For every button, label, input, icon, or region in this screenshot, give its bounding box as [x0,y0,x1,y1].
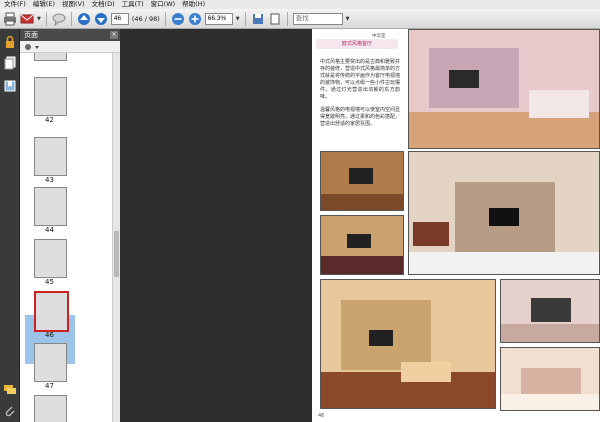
thumbnail-label: 43 [45,176,54,184]
save-icon[interactable] [251,12,265,26]
page-number-field[interactable] [110,12,129,25]
thumbnail-label: 44 [45,226,54,234]
toolbar-separator [244,11,246,26]
thumbnail-list: 42 43 44 45 46 47 [20,53,112,422]
attachment-icon[interactable] [3,404,17,418]
menu-help[interactable]: 帮助(H) [182,0,205,9]
page-body-text: 中式风格主要突出的是古典和雅致并存的装修，营造中式风格最简单的方式就是将传统的字… [320,59,400,128]
thumbnail-scrollbar[interactable] [112,53,120,422]
document-view[interactable]: 中华室 欧式风格客厅 中式风格主要突出的是古典和雅致并存的装修，营造中式风格最简… [120,29,600,422]
print-icon[interactable] [3,12,17,26]
menu-window[interactable]: 窗口(W) [151,0,176,9]
zoom-field[interactable] [204,12,233,25]
close-icon[interactable]: × [110,31,118,39]
chevron-down-icon[interactable]: ▼ [236,16,240,22]
document-page: 中华室 欧式风格客厅 中式风格主要突出的是古典和雅致并存的装修，营造中式风格最简… [312,29,600,422]
page-paragraph: 中式风格主要突出的是古典和雅致并存的装修，营造中式风格最简单的方式就是将传统的字… [320,59,401,100]
comment-icon[interactable] [52,12,66,26]
page-thumbnail[interactable] [34,187,67,226]
fit-page-icon[interactable] [268,12,282,26]
page-paragraph: 温馨风格的电视墙可以使室内空间显得宽敞明亮，通过柔和的色彩搭配，营造出舒适的家居… [320,107,401,127]
lock-icon[interactable] [3,35,17,49]
toolbar: ▼ (46 / 98) ▼ ▼ [0,9,600,29]
menu-file[interactable]: 文件(F) [4,0,26,9]
menu-edit[interactable]: 编辑(E) [33,0,55,9]
room-photo [500,347,600,411]
room-photo [320,279,496,409]
thumbnail-label: 42 [45,116,54,124]
page-thumbnail[interactable] [34,239,67,278]
arrow-down-icon[interactable] [94,12,108,26]
pages-panel: 页面 × 42 43 44 45 46 47 [20,29,120,422]
page-thumbnail-selected[interactable] [34,291,69,332]
bookmark-icon[interactable] [3,79,17,93]
toolbar-separator [164,11,166,26]
page-title: 欧式风格客厅 [316,39,398,49]
navigation-rail [0,29,20,422]
menu-bar: 文件(F) 编辑(E) 视图(V) 文档(D) 工具(T) 窗口(W) 帮助(H… [0,0,600,9]
thumbnail-label: 45 [45,278,54,286]
toolbar-separator [70,11,72,26]
menu-tools[interactable]: 工具(T) [122,0,144,9]
page-thumbnail[interactable] [34,77,67,116]
pages-panel-header: 页面 × [20,29,120,41]
scrollbar-thumb[interactable] [114,231,119,277]
comments-icon[interactable] [3,383,17,397]
room-photo [408,151,600,275]
chevron-down-icon[interactable]: ▼ [37,16,41,22]
options-icon[interactable] [23,41,43,53]
zoom-in-icon[interactable] [188,12,202,26]
zoom-out-icon[interactable] [171,12,185,26]
page-thumbnail[interactable] [34,395,67,422]
page-thumbnail[interactable] [34,53,67,61]
mail-icon[interactable] [20,12,34,26]
page-number: 46 [318,413,325,419]
room-photo [408,29,600,149]
thumbnail-label-selected: 46 [45,331,54,339]
pages-panel-title: 页面 [24,31,38,39]
room-photo [320,215,404,275]
page-thumbnail[interactable] [34,137,67,176]
toolbar-separator [286,11,288,26]
chevron-down-icon[interactable]: ▼ [346,16,350,22]
pages-panel-toolbar [20,41,120,53]
arrow-up-icon[interactable] [77,12,91,26]
menu-document[interactable]: 文档(D) [92,0,115,9]
room-photo [500,279,600,343]
search-input[interactable] [292,12,343,25]
toolbar-separator [45,11,47,26]
room-photo [320,151,404,211]
pages-icon[interactable] [3,56,17,70]
thumbnail-label: 47 [45,382,54,390]
page-total: (46 / 98) [131,14,160,23]
page-thumbnail[interactable] [34,343,67,382]
menu-view[interactable]: 视图(V) [62,0,85,9]
